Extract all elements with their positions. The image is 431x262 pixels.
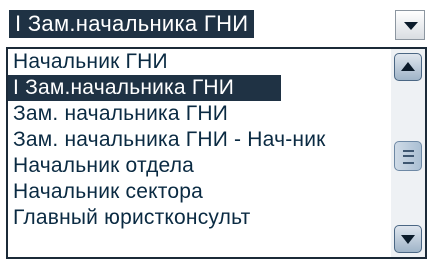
list-item[interactable]: Зам. начальника ГНИ - Нач-ник: [8, 127, 389, 153]
vertical-scrollbar[interactable]: [391, 49, 425, 257]
list-item-selected[interactable]: I Зам.начальника ГНИ: [8, 75, 281, 101]
list-item[interactable]: Начальник сектора: [8, 179, 389, 205]
list-item[interactable]: Начальник отдела: [8, 153, 389, 179]
dropdown-items: Начальник ГНИ I Зам.начальника ГНИ Зам. …: [8, 49, 389, 231]
combo-selected-value[interactable]: I Зам.начальника ГНИ: [9, 10, 255, 38]
dropdown-list[interactable]: Начальник ГНИ I Зам.начальника ГНИ Зам. …: [6, 47, 427, 259]
scrollbar-thumb-grip-icon[interactable]: [394, 141, 422, 171]
position-combobox[interactable]: I Зам.начальника ГНИ: [4, 3, 427, 43]
scroll-up-arrow-icon[interactable]: [394, 53, 422, 81]
list-item[interactable]: Зам. начальника ГНИ: [8, 101, 389, 127]
list-item[interactable]: Начальник ГНИ: [8, 49, 389, 75]
scroll-down-arrow-icon[interactable]: [394, 225, 422, 253]
list-item[interactable]: Главный юристконсульт: [8, 205, 389, 231]
chevron-down-icon[interactable]: [395, 10, 425, 40]
